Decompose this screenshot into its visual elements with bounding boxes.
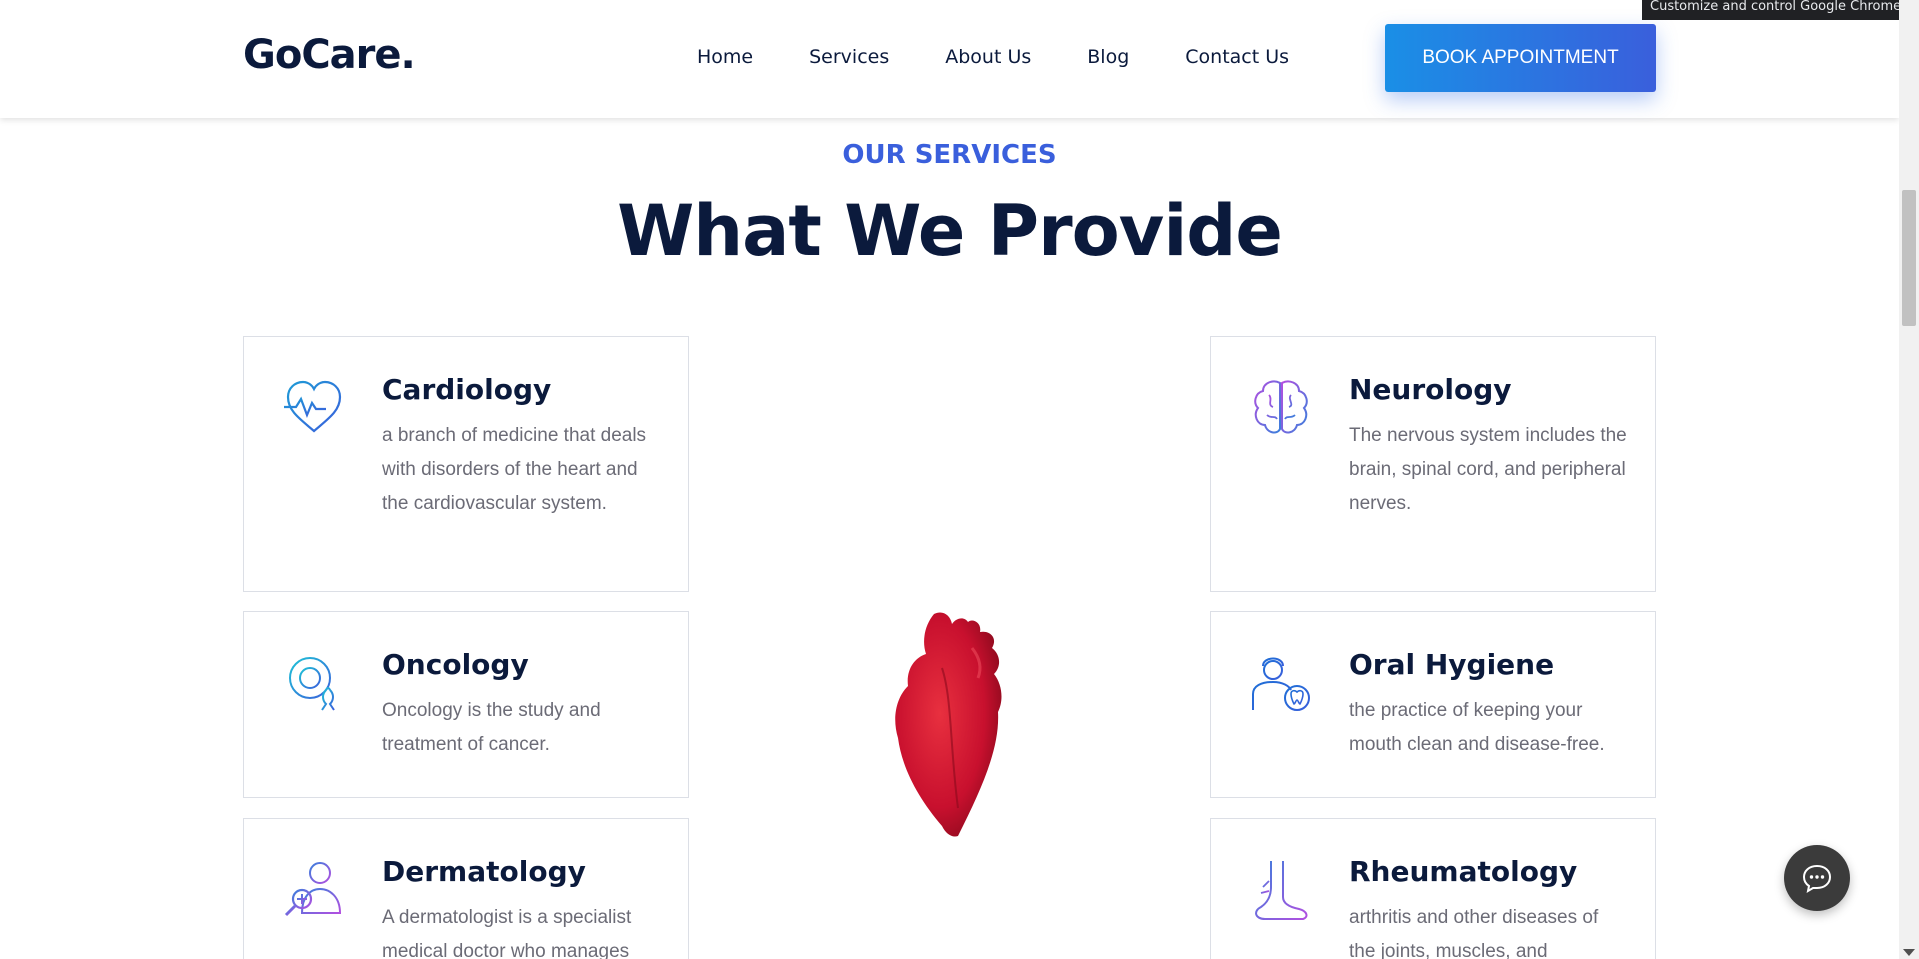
service-card-oncology[interactable]: Oncology Oncology is the study and treat… — [243, 611, 689, 798]
service-card-neurology[interactable]: Neurology The nervous system includes th… — [1210, 336, 1656, 592]
section-title: What We Provide — [617, 190, 1283, 272]
page-scrollbar[interactable] — [1899, 0, 1919, 959]
service-description: a branch of medicine that deals with dis… — [382, 425, 647, 514]
scrollbar-thumb[interactable] — [1902, 190, 1916, 326]
foot-joint-icon — [1255, 861, 1308, 920]
chat-bubble-icon — [1802, 864, 1832, 894]
dentist-icon — [1252, 657, 1310, 711]
service-card-cardiology[interactable]: Cardiology a branch of medicine that dea… — [243, 336, 689, 592]
chrome-tooltip: Customize and control Google Chrome — [1642, 0, 1899, 20]
site-logo[interactable]: GoCare. — [243, 32, 416, 78]
dermatologist-icon — [284, 862, 342, 917]
service-card-oral-hygiene[interactable]: Oral Hygiene the practice of keeping you… — [1210, 611, 1656, 798]
service-title: Oral Hygiene — [1349, 648, 1555, 681]
nav-home[interactable]: Home — [697, 46, 753, 68]
service-description: the practice of keeping your mouth clean… — [1349, 700, 1605, 755]
main-nav: Home Services About Us Blog Contact Us — [697, 46, 1289, 68]
chat-button[interactable] — [1784, 845, 1850, 911]
section-eyebrow: OUR SERVICES — [842, 140, 1057, 170]
service-card-rheumatology[interactable]: Rheumatology arthritis and other disease… — [1210, 818, 1656, 959]
brain-icon — [1254, 380, 1308, 434]
oncology-ribbon-icon — [286, 654, 335, 711]
service-description: The nervous system includes the brain, s… — [1349, 425, 1627, 514]
service-title: Dermatology — [382, 855, 586, 888]
service-description: arthritis and other diseases of the join… — [1349, 907, 1599, 959]
service-title: Neurology — [1349, 373, 1512, 406]
service-description: Oncology is the study and treatment of c… — [382, 700, 601, 755]
service-card-dermatology[interactable]: Dermatology A dermatologist is a special… — [243, 818, 689, 959]
nav-about-us[interactable]: About Us — [945, 46, 1031, 68]
nav-contact-us[interactable]: Contact Us — [1185, 46, 1289, 68]
site-header: GoCare. Home Services About Us Blog Cont… — [0, 0, 1899, 118]
heart-pulse-icon — [284, 380, 342, 433]
service-description: A dermatologist is a specialist medical … — [382, 907, 632, 959]
anatomical-heart-image — [872, 608, 1032, 840]
service-title: Rheumatology — [1349, 855, 1578, 888]
scroll-down-arrow-icon[interactable] — [1903, 949, 1915, 956]
service-title: Oncology — [382, 648, 529, 681]
service-title: Cardiology — [382, 373, 552, 406]
nav-services[interactable]: Services — [809, 46, 889, 68]
nav-blog[interactable]: Blog — [1087, 46, 1129, 68]
book-appointment-button[interactable]: BOOK APPOINTMENT — [1385, 24, 1656, 92]
